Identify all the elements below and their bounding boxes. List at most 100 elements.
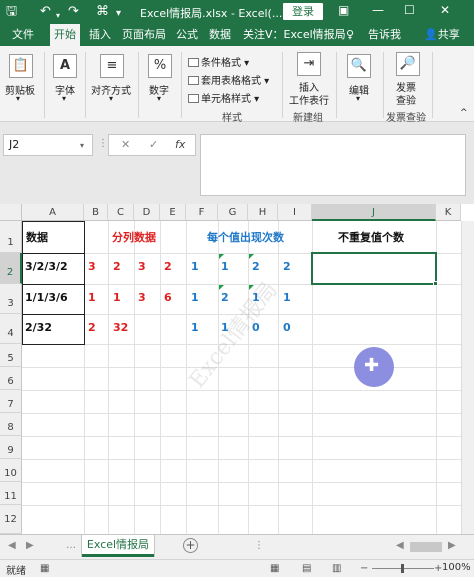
undo-dropdown-icon[interactable]: ▾ (56, 8, 60, 24)
cell-i2[interactable]: 2 (283, 260, 291, 273)
column-header-a[interactable]: A (22, 204, 84, 221)
confirm-icon[interactable]: ✓ (149, 138, 158, 151)
cell-b4[interactable]: 2 (88, 321, 96, 334)
page-layout-view-icon[interactable]: ▤ (302, 563, 311, 574)
row-header-10[interactable]: 10 (0, 459, 22, 482)
ribbon-display-icon[interactable]: ▣ (338, 3, 349, 17)
cell-h4[interactable]: 0 (252, 321, 260, 334)
column-header-k[interactable]: K (436, 204, 461, 221)
column-header-b[interactable]: B (84, 204, 108, 221)
share-button[interactable]: 👤共享 (424, 24, 460, 46)
insert-row-icon[interactable]: ⇥ (297, 52, 321, 76)
chevron-down-icon[interactable]: ▾ (80, 141, 84, 150)
chevron-down-icon[interactable]: ▾ (16, 94, 20, 103)
tell-me-button[interactable]: 告诉我 (368, 24, 401, 46)
scroll-left-icon[interactable]: ◀ (396, 540, 404, 551)
cell-c4[interactable]: 32 (113, 321, 128, 334)
cell-b2[interactable]: 3 (88, 260, 96, 273)
row-header-7[interactable]: 7 (0, 390, 22, 413)
cell-h3[interactable]: 1 (252, 291, 260, 304)
cell-f3[interactable]: 1 (191, 291, 199, 304)
cell-styles-button[interactable]: 单元格样式 ▾ (188, 90, 259, 105)
next-sheet-icon[interactable]: ▶ (26, 540, 34, 551)
more-icon[interactable]: ⋮ (254, 540, 264, 551)
cell-a4[interactable]: 2/32 (25, 321, 52, 334)
more-icon[interactable]: … (66, 540, 76, 551)
cell-g3[interactable]: 2 (221, 291, 229, 304)
row-header-3[interactable]: 3 (0, 284, 22, 314)
error-indicator-icon[interactable] (249, 254, 254, 259)
cell-e3[interactable]: 6 (164, 291, 172, 304)
column-header-e[interactable]: E (160, 204, 186, 221)
fill-handle[interactable] (433, 281, 438, 286)
column-header-f[interactable]: F (186, 204, 218, 221)
cell-g2[interactable]: 1 (221, 260, 229, 273)
selected-cell-j2[interactable] (311, 252, 437, 285)
cell-i4[interactable]: 0 (283, 321, 291, 334)
column-header-g[interactable]: G (218, 204, 248, 221)
close-icon[interactable]: ✕ (440, 3, 450, 17)
cell-a2[interactable]: 3/2/3/2 (25, 260, 68, 273)
undo-icon[interactable]: ↶ (40, 4, 51, 20)
font-icon[interactable]: A (53, 54, 77, 78)
row-header-12[interactable]: 12 (0, 505, 22, 534)
insert-function-icon[interactable]: fx (175, 138, 185, 151)
save-icon[interactable]: 🖫 (6, 4, 17, 20)
row-header-11[interactable]: 11 (0, 482, 22, 505)
cell-f4[interactable]: 1 (191, 321, 199, 334)
macro-record-icon[interactable]: ▦ (40, 563, 49, 574)
error-indicator-icon[interactable] (249, 285, 254, 290)
cell-j1[interactable]: 不重复值个数 (338, 229, 404, 245)
insert-row-button-line2[interactable]: 工作表行 (289, 92, 329, 107)
customize-toolbar-icon[interactable]: ▾ (116, 6, 121, 22)
cancel-icon[interactable]: ✕ (121, 138, 130, 151)
column-header-d[interactable]: D (134, 204, 160, 221)
tab-page-layout[interactable]: 页面布局 (122, 24, 166, 46)
format-painter-icon[interactable]: ⌘ (96, 4, 109, 20)
chevron-down-icon[interactable]: ▾ (157, 94, 161, 103)
conditional-format-button[interactable]: 条件格式 ▾ (188, 54, 249, 69)
row-header-9[interactable]: 9 (0, 436, 22, 459)
error-indicator-icon[interactable] (219, 254, 224, 259)
error-indicator-icon[interactable] (219, 285, 224, 290)
cell-b1[interactable]: 分列数据 (112, 229, 156, 245)
page-break-view-icon[interactable]: ▥ (332, 563, 341, 574)
search-icon[interactable]: 🔍 (347, 54, 371, 78)
paste-icon[interactable]: 📋 (9, 54, 33, 78)
formula-input[interactable] (200, 134, 466, 196)
column-header-h[interactable]: H (248, 204, 278, 221)
select-all-corner[interactable] (0, 204, 22, 221)
column-header-j[interactable]: J (312, 204, 436, 221)
tab-follow[interactable]: 关注V：Excel情报局 (243, 24, 346, 46)
percent-icon[interactable]: % (148, 54, 172, 78)
cell-g4[interactable]: 1 (221, 321, 229, 334)
minimize-icon[interactable]: — (372, 3, 384, 17)
cell-a1[interactable]: 数据 (26, 229, 48, 245)
row-header-6[interactable]: 6 (0, 367, 22, 390)
cell-d3[interactable]: 3 (138, 291, 146, 304)
invoice-check-button-line2[interactable]: 查验 (396, 92, 416, 107)
tab-home[interactable]: 开始 (50, 24, 80, 46)
cell-f2[interactable]: 1 (191, 260, 199, 273)
cell-f1[interactable]: 每个值出现次数 (207, 229, 284, 245)
zoom-level[interactable]: 100% (442, 562, 471, 573)
row-header-2[interactable]: 2 (0, 253, 22, 284)
cell-d2[interactable]: 3 (138, 260, 146, 273)
tab-insert[interactable]: 插入 (89, 24, 111, 46)
cell-b3[interactable]: 1 (88, 291, 96, 304)
column-header-c[interactable]: C (108, 204, 134, 221)
cell-c2[interactable]: 2 (113, 260, 121, 273)
cell-e2[interactable]: 2 (164, 260, 172, 273)
align-icon[interactable]: ≡ (100, 54, 124, 78)
row-header-5[interactable]: 5 (0, 344, 22, 367)
cell-i3[interactable]: 1 (283, 291, 291, 304)
horizontal-scrollbar-thumb[interactable] (410, 542, 442, 552)
add-sheet-icon[interactable]: + (183, 538, 198, 553)
zoom-slider-thumb[interactable] (401, 564, 404, 573)
chevron-down-icon[interactable]: ▾ (356, 94, 360, 103)
row-header-8[interactable]: 8 (0, 413, 22, 436)
cell-a3[interactable]: 1/1/3/6 (25, 291, 68, 304)
scroll-right-icon[interactable]: ▶ (448, 540, 456, 551)
worksheet-grid[interactable]: A B C D E F G H I J K 1 2 3 4 5 6 7 8 9 … (0, 204, 474, 534)
column-header-i[interactable]: I (278, 204, 312, 221)
